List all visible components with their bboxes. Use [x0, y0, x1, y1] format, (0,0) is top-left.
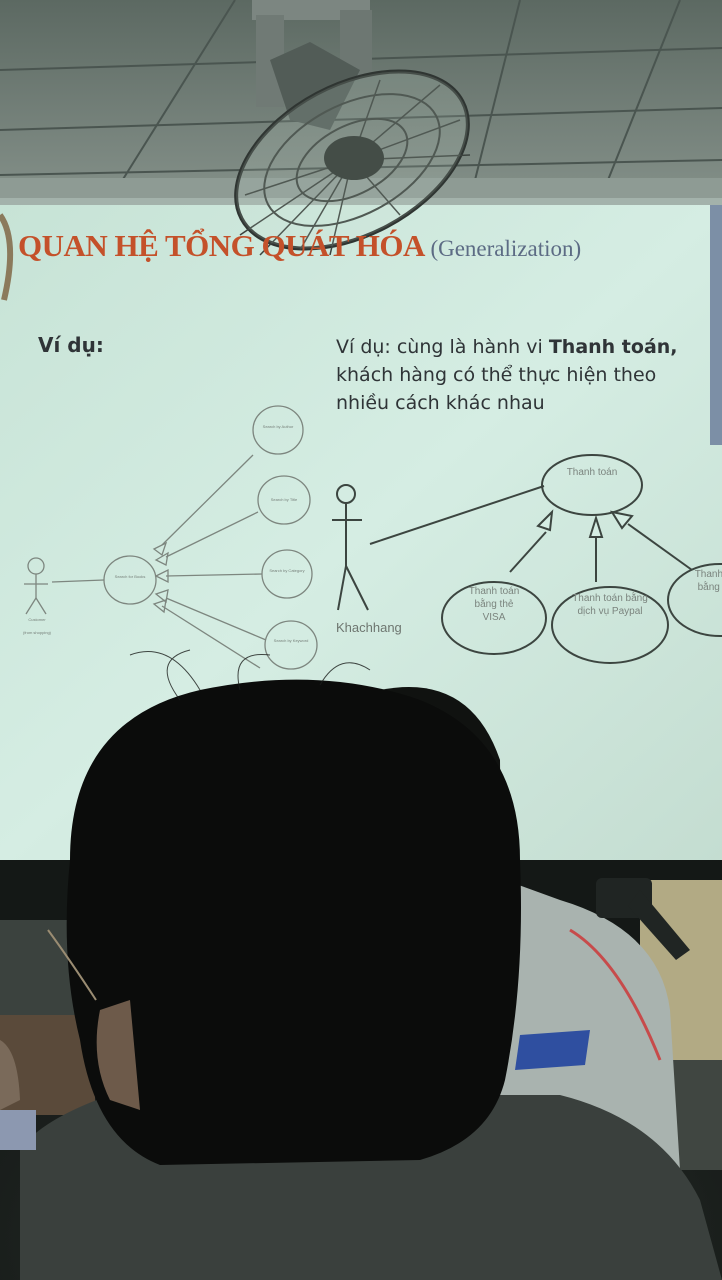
slide-title: QUAN HỆ TỔNG QUÁT HÓA (Generalization)	[18, 228, 581, 264]
desk-right	[672, 1060, 722, 1170]
atm-label-text: Thanh toán bằng ATM	[694, 569, 722, 593]
paypal-label: Thanh toán bằng dịch vụ Paypal	[572, 593, 648, 617]
slide-title-subtitle: (Generalization)	[430, 236, 582, 261]
atm-label: Thanh toán bằng ATM	[690, 568, 722, 594]
right-example-line2: khách hàng có thể thực hiện theo	[336, 364, 657, 386]
thanh-toan-label: Thanh toán	[566, 467, 618, 478]
customer-actor-note: (from shopping)	[22, 630, 51, 635]
search-category-label: Search by Category	[269, 568, 305, 573]
khachhang-actor-label: Khachhang	[336, 620, 402, 635]
right-example-prefix: Ví dụ: cùng là hành vi	[336, 336, 549, 358]
left-example-heading: Ví dụ:	[38, 333, 104, 357]
right-example-text: Ví dụ: cùng là hành vi Thanh toán, khách…	[336, 333, 716, 417]
search-title-label: Search by Title	[270, 497, 298, 502]
slide-title-main: QUAN HỆ TỔNG QUÁT HÓA	[18, 228, 424, 263]
customer-actor-label: Customer	[28, 617, 46, 622]
right-example-bold: Thanh toán,	[548, 336, 678, 358]
right-example-line1: Ví dụ: cùng là hành vi Thanh toán,	[336, 333, 716, 361]
classroom-scene: QUAN HỆ TỔNG QUÁT HÓA (Generalization) V…	[0, 0, 722, 1280]
search-keyword-label: Search by Keyword	[273, 638, 309, 643]
search-books-label: Search for Books	[114, 574, 146, 579]
photo-backdrop	[0, 0, 722, 1280]
visa-label: Thanh toán bằng thẻ VISA	[468, 586, 520, 623]
right-example-line3: nhiều cách khác nhau	[336, 392, 545, 414]
search-author-label: Search by Author	[262, 424, 294, 429]
